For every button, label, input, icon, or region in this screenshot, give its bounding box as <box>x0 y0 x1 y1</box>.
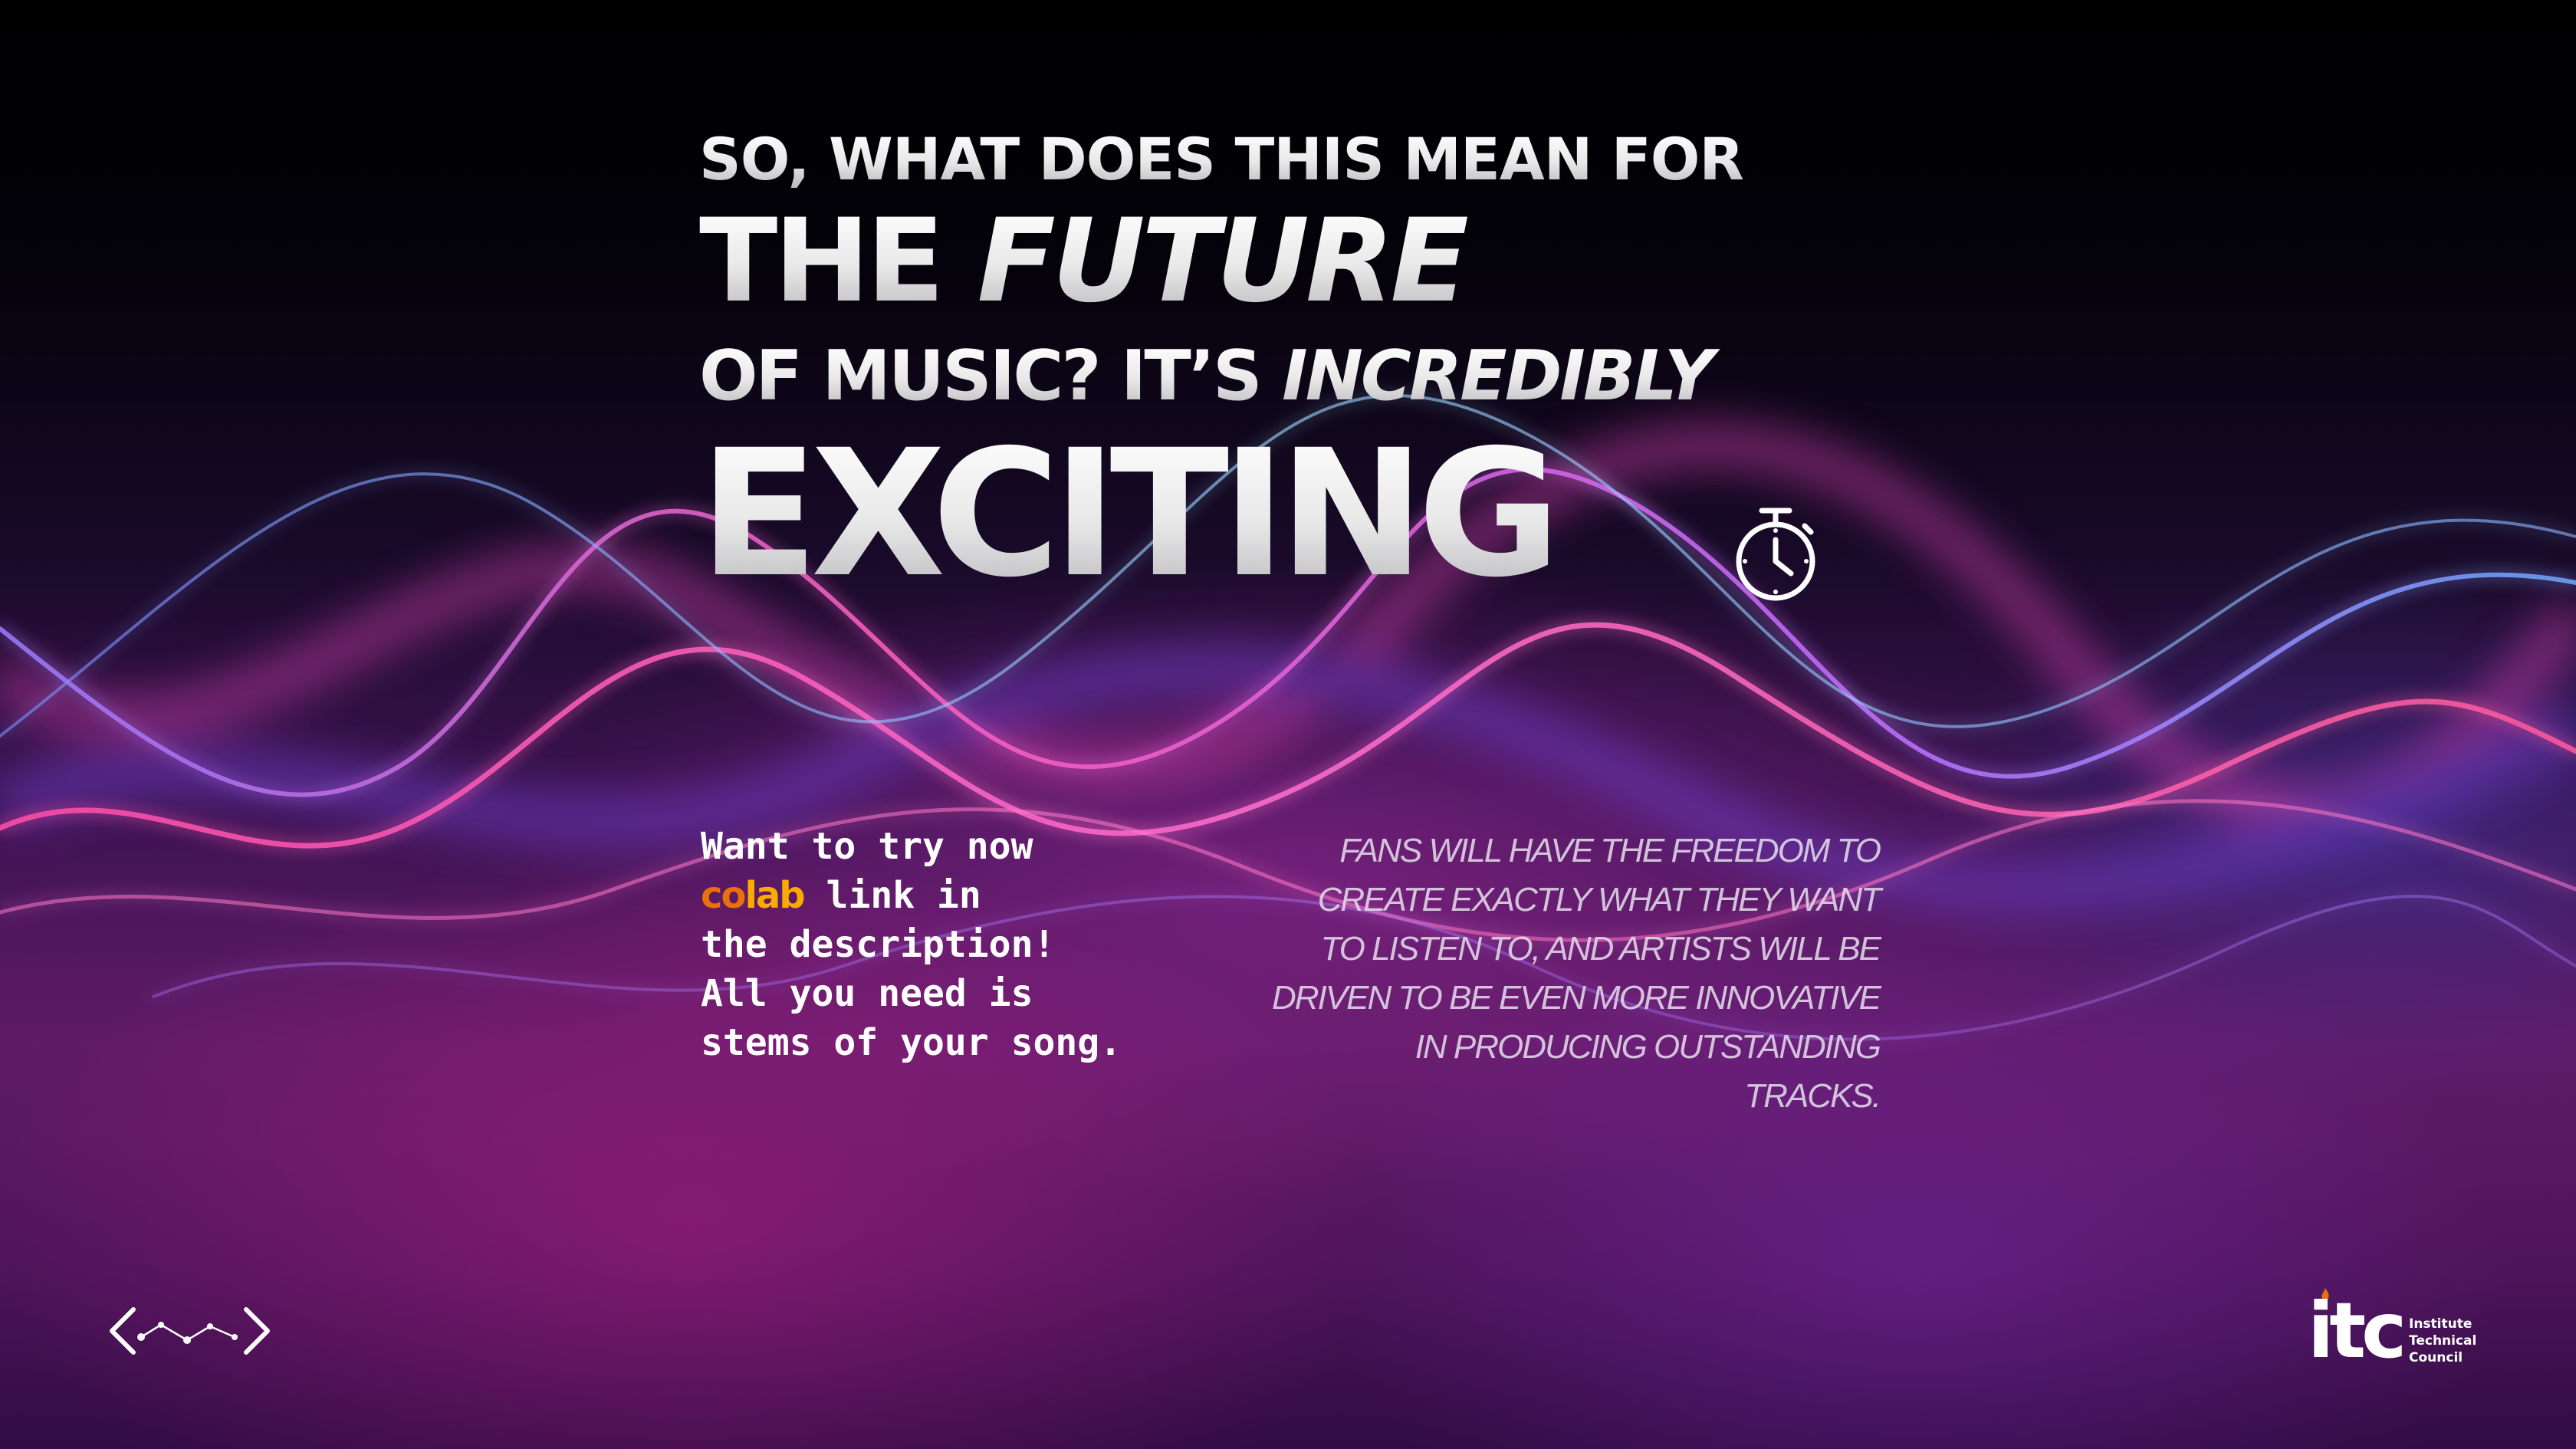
code-constellation-icon <box>110 1307 270 1355</box>
stopwatch-icon <box>1736 508 1815 601</box>
itc-word: Council <box>2409 1350 2463 1365</box>
itc-logo: itc Institute Technical Council <box>2308 1288 2492 1380</box>
itc-mark: itc <box>2308 1286 2407 1375</box>
headline-line-3: OF MUSIC? IT’S INCREDIBLY <box>699 342 1743 411</box>
cta-line-4: All you need is <box>701 972 1033 1015</box>
headline-exciting: EXCITING <box>699 426 1743 601</box>
itc-word: Technical <box>2409 1333 2477 1349</box>
quote-block: Fans will have the freedom to create exa… <box>1190 826 1881 1121</box>
quote-line: in producing outstanding <box>1414 1028 1881 1066</box>
cta-line-1: Want to try now <box>701 825 1033 868</box>
itc-word: Institute <box>2409 1316 2472 1332</box>
quote-line: to listen to, and artists will be <box>1320 930 1881 968</box>
headline-future: FUTURE <box>977 195 1465 328</box>
cta-line-2: colab link in <box>701 871 1122 920</box>
quote-line: create exactly what they want <box>1317 881 1881 918</box>
headline-of-music: OF MUSIC? IT’S <box>699 336 1283 416</box>
cta-link-text: link in <box>803 874 981 917</box>
headline-the: THE <box>699 195 978 328</box>
quote-line: driven to be even more innovative <box>1272 979 1881 1017</box>
headline: SO, WHAT DOES THIS MEAN FOR THE FUTURE O… <box>699 125 1744 602</box>
headline-line-1: SO, WHAT DOES THIS MEAN FOR <box>699 125 1744 193</box>
itc-wordmark: Institute Technical Council <box>2409 1316 2476 1366</box>
cta-line-5: stems of your song. <box>701 1021 1122 1064</box>
cta-line-3: the description! <box>701 923 1056 966</box>
headline-incredibly: INCREDIBLY <box>1282 336 1713 416</box>
cta-block: Want to try now colab link in the descri… <box>701 822 1122 1067</box>
quote-line: tracks. <box>1744 1077 1881 1115</box>
quote-line: Fans will have the freedom to <box>1339 832 1881 869</box>
headline-line-2: THE FUTURE <box>699 204 1743 319</box>
slide: SO, WHAT DOES THIS MEAN FOR THE FUTURE O… <box>0 0 2576 1449</box>
colab-logo[interactable]: colab <box>701 874 806 917</box>
